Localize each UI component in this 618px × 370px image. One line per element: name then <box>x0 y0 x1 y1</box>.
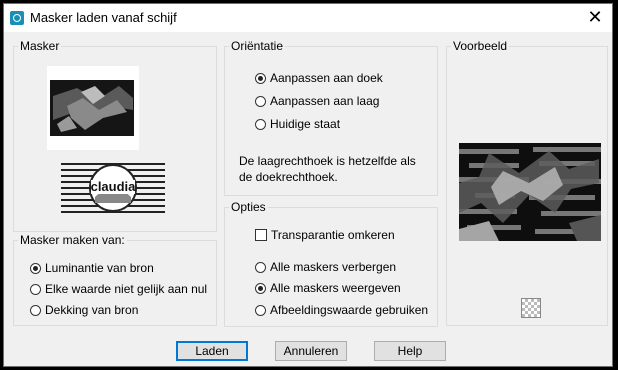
radio-current-state-indicator[interactable] <box>255 118 266 130</box>
radio-show-all-masks-label: Alle maskers weergeven <box>270 281 401 295</box>
radio-fit-layer-indicator[interactable] <box>255 95 266 107</box>
radio-show-all-masks[interactable]: Alle maskers weergeven <box>255 281 401 295</box>
app-icon <box>10 11 24 25</box>
checkbox-invert-transparency-box[interactable] <box>255 229 267 241</box>
radio-use-image-value[interactable]: Afbeeldingswaarde gebruiken <box>255 303 428 317</box>
masker-group: Masker claudia <box>13 39 217 232</box>
checkerboard-icon[interactable] <box>521 298 541 318</box>
radio-luminance-label: Luminantie van bron <box>45 261 154 275</box>
help-button[interactable]: Help <box>374 341 446 361</box>
window-title: Masker laden vanaf schijf <box>30 10 177 25</box>
radio-use-image-value-label: Afbeeldingswaarde gebruiken <box>270 303 429 317</box>
radio-nonzero-label: Elke waarde niet gelijk aan nul <box>45 282 208 296</box>
radio-nonzero[interactable]: Elke waarde niet gelijk aan nul <box>30 282 207 296</box>
preview-image <box>459 143 601 241</box>
radio-show-all-masks-indicator[interactable] <box>255 282 266 294</box>
logo-text: claudia <box>91 179 137 194</box>
load-button[interactable]: Laden <box>176 341 248 361</box>
mask-source-legend: Masker maken van: <box>18 233 127 247</box>
checkbox-invert-transparency-label: Transparantie omkeren <box>271 228 395 242</box>
radio-fit-layer[interactable]: Aanpassen aan laag <box>255 94 379 108</box>
mask-source-group: Masker maken van: Luminantie van bron El… <box>13 233 217 326</box>
dialog-window: Masker laden vanaf schijf ✕ Masker claud… <box>3 3 613 367</box>
radio-current-state-label: Huidige staat <box>270 117 341 131</box>
radio-nonzero-indicator[interactable] <box>30 283 41 295</box>
cancel-button[interactable]: Annuleren <box>275 341 347 361</box>
title-bar: Masker laden vanaf schijf ✕ <box>4 4 612 32</box>
preview-group: Voorbeeld <box>446 39 608 326</box>
mask-thumbnail-image <box>50 80 134 136</box>
radio-hide-all-masks-label: Alle maskers verbergen <box>270 260 397 274</box>
preview-legend: Voorbeeld <box>451 39 510 53</box>
options-legend: Opties <box>229 200 268 214</box>
checkbox-invert-transparency[interactable]: Transparantie omkeren <box>255 228 395 242</box>
radio-use-image-value-indicator[interactable] <box>255 304 266 316</box>
radio-fit-canvas-indicator[interactable] <box>255 72 266 84</box>
radio-luminance-indicator[interactable] <box>30 262 41 274</box>
orientation-note-line2: de doekrechthoek. <box>239 170 338 184</box>
radio-fit-canvas[interactable]: Aanpassen aan doek <box>255 71 383 85</box>
orientation-note: De laagrechthoek is hetzelfde als de doe… <box>239 153 416 185</box>
radio-fit-canvas-label: Aanpassen aan doek <box>270 71 383 85</box>
orientation-group: Oriëntatie Aanpassen aan doek Aanpassen … <box>224 39 438 196</box>
close-button[interactable]: ✕ <box>582 6 608 28</box>
claudia-logo: claudia <box>61 163 165 213</box>
radio-luminance[interactable]: Luminantie van bron <box>30 261 154 275</box>
radio-current-state[interactable]: Huidige staat <box>255 117 340 131</box>
masker-legend: Masker <box>18 39 62 53</box>
radio-opacity-indicator[interactable] <box>30 304 41 316</box>
radio-fit-layer-label: Aanpassen aan laag <box>270 94 380 108</box>
orientation-legend: Oriëntatie <box>229 39 286 53</box>
radio-hide-all-masks[interactable]: Alle maskers verbergen <box>255 260 396 274</box>
orientation-note-line1: De laagrechthoek is hetzelfde als <box>239 154 416 168</box>
mask-thumbnail-frame[interactable] <box>47 66 139 150</box>
options-group: Opties Transparantie omkeren Alle masker… <box>224 200 438 327</box>
radio-opacity-label: Dekking van bron <box>45 303 139 317</box>
radio-hide-all-masks-indicator[interactable] <box>255 261 266 273</box>
radio-opacity[interactable]: Dekking van bron <box>30 303 138 317</box>
